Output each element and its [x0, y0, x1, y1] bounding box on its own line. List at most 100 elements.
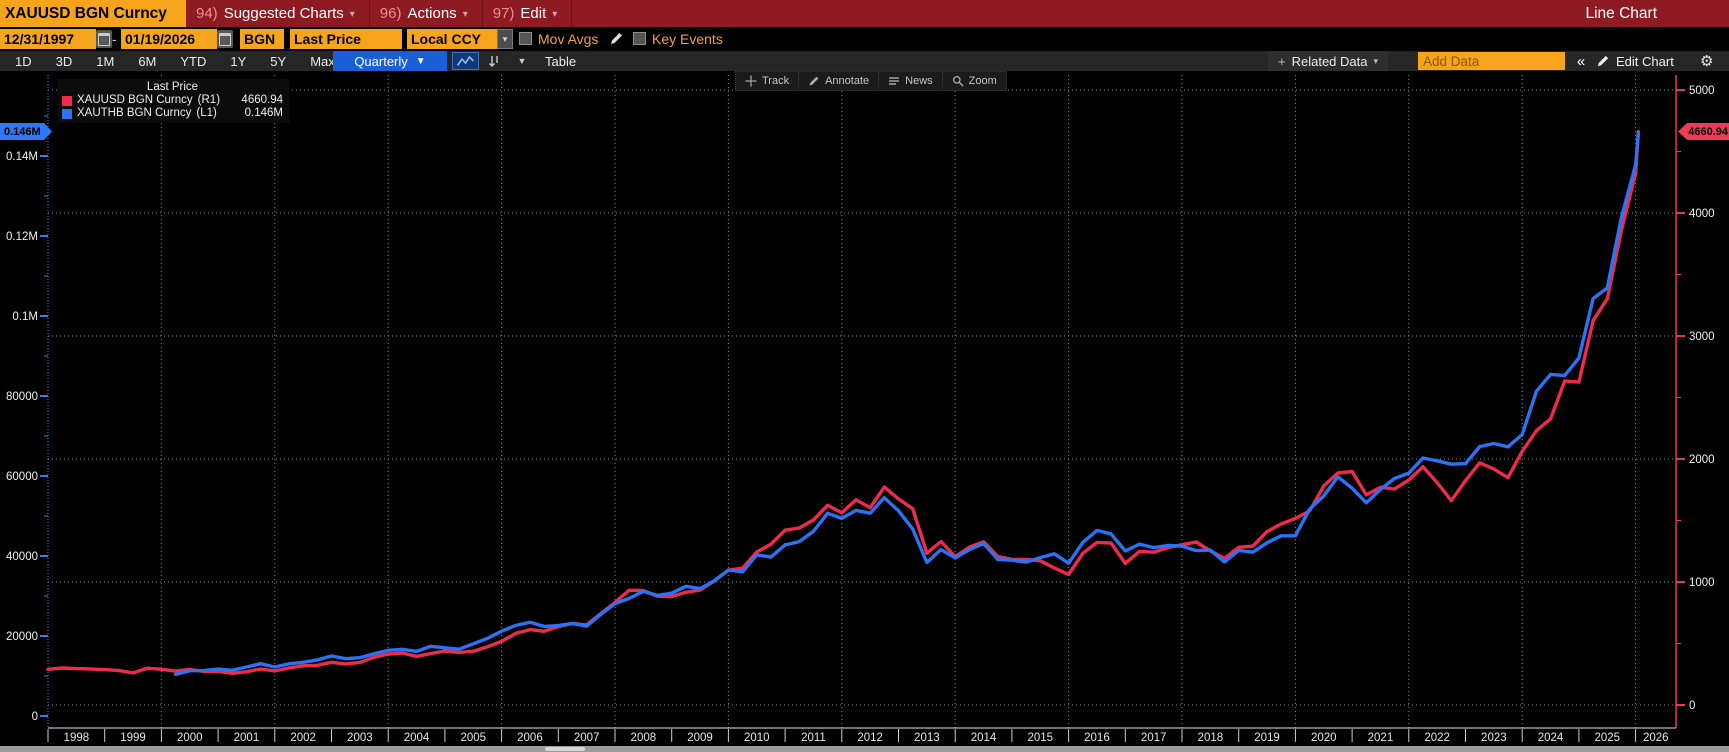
chart-toolbar: 1D3D1M6MYTD1Y5YMax Quarterly ▼ ▼ Table +… — [0, 51, 1729, 71]
news-button[interactable]: News — [878, 72, 942, 90]
right-axis-tick-label: 3000 — [1689, 331, 1715, 343]
price-chart-canvas[interactable]: 0200004000060000800000.1M0.12M0.14M01000… — [0, 71, 1729, 752]
legend-row-xauusd[interactable]: XAUUSD BGN Curncy (R1) 4660.94 — [62, 94, 283, 107]
add-data-input[interactable] — [1418, 52, 1565, 70]
pricing-source-input[interactable]: BGN — [240, 29, 284, 49]
legend-series-name: XAUUSD BGN Curncy — [77, 94, 193, 107]
menu-suggested-charts[interactable]: 94) Suggested Charts ▾ — [186, 0, 370, 27]
currency-dropdown-icon[interactable]: ▾ — [497, 29, 513, 49]
pencil-icon[interactable] — [609, 31, 624, 46]
range-tab-1m[interactable]: 1M — [91, 54, 119, 69]
annotate-button[interactable]: Annotate — [798, 72, 878, 90]
left-axis-tick-label: 80000 — [6, 391, 38, 403]
bloomberg-terminal-window: XAUUSD BGN Curncy 94) Suggested Charts ▾… — [0, 0, 1729, 752]
menu-number: 96) — [380, 5, 402, 22]
price-field-input[interactable]: Last Price — [290, 29, 402, 49]
menu-edit[interactable]: 97) Edit ▾ — [483, 0, 573, 27]
menu-number: 97) — [493, 5, 515, 22]
menu-actions[interactable]: 96) Actions ▾ — [370, 0, 483, 27]
calendar-icon[interactable] — [96, 30, 112, 48]
range-tab-ytd[interactable]: YTD — [175, 54, 211, 69]
year-label: 2010 — [744, 732, 770, 744]
plus-icon: + — [1278, 54, 1286, 69]
currency-select[interactable]: Local CCY — [407, 29, 497, 49]
year-label: 2025 — [1594, 732, 1620, 744]
left-axis-tick-label: 0.14M — [6, 151, 38, 163]
left-axis-last-price-marker: 0.146M — [0, 123, 52, 140]
chart-tools-bar: Track Annotate News — [735, 71, 1007, 91]
legend-last-value: 0.146M — [245, 107, 283, 120]
year-label: 2013 — [914, 732, 940, 744]
price-line-xauthb — [176, 132, 1639, 674]
period-select[interactable]: Quarterly ▼ — [333, 51, 447, 71]
security-ticker[interactable]: XAUUSD BGN Curncy — [0, 0, 186, 27]
chevron-down-icon: ▾ — [463, 9, 468, 20]
chevron-down-icon: ▾ — [552, 9, 557, 20]
axis-settings-button[interactable] — [483, 52, 505, 70]
mov-avgs-label[interactable]: Mov Avgs — [538, 29, 598, 49]
related-data-button[interactable]: + Related Data ▾ — [1268, 51, 1388, 71]
year-label: 2012 — [857, 732, 883, 744]
left-axis-tick-label: 40000 — [6, 551, 38, 563]
year-label: 2018 — [1198, 732, 1224, 744]
view-title: Line Chart — [1585, 0, 1657, 27]
price-line-xauusd — [48, 132, 1638, 674]
right-axis-tick-label: 2000 — [1689, 454, 1715, 466]
year-label: 2005 — [460, 732, 486, 744]
year-label: 2019 — [1254, 732, 1280, 744]
up-down-arrows-icon — [487, 54, 501, 68]
news-label: News — [905, 75, 933, 87]
range-tab-1d[interactable]: 1D — [10, 54, 37, 69]
range-tab-5y[interactable]: 5Y — [265, 54, 291, 69]
table-button[interactable]: Table — [545, 51, 576, 71]
left-axis-tick-label: 20000 — [6, 631, 38, 643]
legend-last-value: 4660.94 — [241, 94, 283, 107]
key-events-label[interactable]: Key Events — [652, 29, 723, 49]
mov-avgs-checkbox[interactable] — [519, 32, 532, 45]
end-date-input[interactable]: 01/19/2026 — [121, 29, 217, 49]
year-label: 2006 — [517, 732, 543, 744]
track-button[interactable]: Track — [736, 72, 798, 90]
range-tab-6m[interactable]: 6M — [133, 54, 161, 69]
year-label: 2016 — [1084, 732, 1110, 744]
legend-title: Last Price — [62, 81, 283, 93]
chevron-down-icon: ▾ — [1373, 56, 1378, 67]
right-axis-tick-label: 1000 — [1689, 577, 1715, 589]
left-axis-tick-label: 0.1M — [12, 311, 38, 323]
period-label: Quarterly — [354, 54, 407, 69]
year-label: 2001 — [234, 732, 260, 744]
annotate-label: Annotate — [825, 75, 869, 87]
year-label: 2024 — [1538, 732, 1564, 744]
left-axis-tick-label: 60000 — [6, 471, 38, 483]
zoom-button[interactable]: Zoom — [942, 72, 1006, 90]
range-tab-3d[interactable]: 3D — [51, 54, 78, 69]
year-label: 1998 — [64, 732, 90, 744]
gear-icon[interactable]: ⚙ — [1700, 51, 1713, 71]
chart-area: 0200004000060000800000.1M0.12M0.14M01000… — [0, 71, 1729, 752]
dropdown-triangle-icon: ▼ — [416, 56, 426, 67]
left-axis-tick-label: 0.12M — [6, 231, 38, 243]
date-range-separator: - — [112, 29, 117, 49]
key-events-checkbox[interactable] — [633, 32, 646, 45]
year-label: 2007 — [574, 732, 600, 744]
title-bar: XAUUSD BGN Curncy 94) Suggested Charts ▾… — [0, 0, 1729, 27]
collapse-panel-button[interactable]: « — [1570, 51, 1592, 71]
calendar-icon[interactable] — [217, 30, 233, 48]
start-date-input[interactable]: 12/31/1997 — [0, 29, 96, 49]
pencil-icon — [1596, 54, 1610, 68]
right-axis-last-price-marker: 4660.94 — [1678, 123, 1729, 140]
line-chart-type-button[interactable] — [452, 52, 479, 70]
scrollbar-thumb[interactable] — [545, 747, 585, 751]
blue-series-swatch — [62, 109, 72, 119]
chart-legend[interactable]: Last Price XAUUSD BGN Curncy (R1) 4660.9… — [57, 79, 289, 123]
legend-axis-tag: (R1) — [198, 94, 220, 107]
range-tab-1y[interactable]: 1Y — [225, 54, 251, 69]
year-label: 2021 — [1368, 732, 1394, 744]
horizontal-scrollbar[interactable] — [0, 746, 1729, 752]
year-label: 2026 — [1643, 732, 1669, 744]
news-lines-icon — [888, 75, 900, 87]
right-axis-tick-label: 5000 — [1689, 85, 1715, 97]
legend-row-xauthb[interactable]: XAUTHB BGN Curncy (L1) 0.146M — [62, 107, 283, 120]
chart-type-dropdown[interactable]: ▼ — [509, 52, 535, 70]
edit-chart-button[interactable]: Edit Chart — [1596, 51, 1674, 71]
